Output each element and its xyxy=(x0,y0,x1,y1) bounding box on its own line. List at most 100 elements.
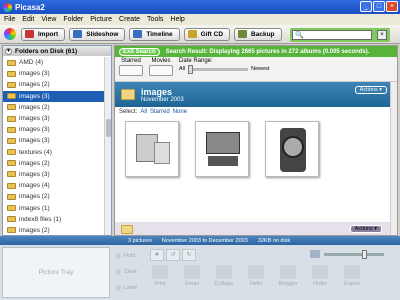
select-label: Select: xyxy=(119,109,138,115)
folder-item[interactable]: images (2) xyxy=(3,191,105,202)
blogger-label: Blogger xyxy=(278,281,298,287)
hold-button[interactable]: Hold xyxy=(112,249,140,263)
blogger-button[interactable]: Blogger xyxy=(274,265,302,287)
printer-icon xyxy=(152,265,168,279)
print-button[interactable]: Print xyxy=(146,265,174,287)
folders-header[interactable]: ▼ Folders on Disk (61) xyxy=(3,46,111,56)
star-icon[interactable] xyxy=(119,65,143,76)
email-button[interactable]: Email xyxy=(178,265,206,287)
folder-icon xyxy=(7,81,16,88)
close-button[interactable]: × xyxy=(386,1,398,12)
folder-item-selected[interactable]: images (3) xyxy=(3,90,105,102)
actions-label: Actions xyxy=(354,226,373,232)
menu-help[interactable]: Help xyxy=(170,16,184,23)
sidebar-scroll-thumb[interactable] xyxy=(106,119,111,137)
folder-item[interactable]: index8 files (1) xyxy=(3,214,105,225)
zoom-slider[interactable] xyxy=(324,249,384,259)
backup-label: Backup xyxy=(251,30,275,38)
folder-item[interactable]: images (4) xyxy=(3,180,105,191)
photo-thumbnail[interactable] xyxy=(265,121,319,177)
rotate-left-icon[interactable]: ↺ xyxy=(166,249,180,261)
folder-icon xyxy=(7,205,16,212)
select-all-link[interactable]: All xyxy=(140,109,147,115)
label-label: Label xyxy=(124,285,138,291)
date-range-slider[interactable] xyxy=(188,64,249,74)
folder-label: images (2) xyxy=(19,226,50,234)
menu-picture[interactable]: Picture xyxy=(90,16,112,23)
rotate-right-icon[interactable]: ↻ xyxy=(182,249,196,261)
folder-label: images (2) xyxy=(19,103,50,111)
print-label: Print xyxy=(154,281,166,287)
photo-thumbnail[interactable] xyxy=(125,121,179,177)
folder-icon xyxy=(7,104,16,111)
select-starred-link[interactable]: Starred xyxy=(150,109,170,115)
select-none-link[interactable]: None xyxy=(173,109,187,115)
menu-edit[interactable]: Edit xyxy=(22,16,34,23)
import-button[interactable]: Import xyxy=(21,27,66,41)
folder-sidebar: ▼ Folders on Disk (61) AMD (4) images (3… xyxy=(2,45,112,236)
clear-search-button[interactable]: × xyxy=(377,30,387,40)
menu-view[interactable]: View xyxy=(41,16,56,23)
search-result-bar: Exit Search Search Result: Displaying 26… xyxy=(115,46,397,57)
date-slider-knob[interactable] xyxy=(188,64,194,74)
slideshow-button[interactable]: Slideshow xyxy=(69,27,126,41)
next-album-header[interactable]: Actions ▾ xyxy=(115,222,392,235)
folder-item[interactable]: images (3) xyxy=(3,113,105,124)
folder-item[interactable]: images (1) xyxy=(3,202,105,213)
folder-label: images (3) xyxy=(19,92,50,100)
gift-cd-button[interactable]: Gift CD xyxy=(183,27,231,41)
folder-item[interactable]: images (3) xyxy=(3,68,105,79)
backup-button[interactable]: Backup xyxy=(234,27,282,41)
folder-item[interactable]: images (3) xyxy=(3,135,105,146)
album-actions-button[interactable]: Actions ▾ xyxy=(354,86,387,94)
folder-icon xyxy=(7,160,16,167)
picasa-logo-icon xyxy=(3,2,12,12)
folder-icon xyxy=(7,137,16,144)
menu-tools[interactable]: Tools xyxy=(147,16,163,23)
menu-file[interactable]: File xyxy=(4,16,15,23)
status-size: 32KB on disk xyxy=(257,237,291,244)
folder-item[interactable]: images (2) xyxy=(3,79,105,90)
star-icon[interactable]: ★ xyxy=(150,249,164,261)
order-button[interactable]: Order xyxy=(306,265,334,287)
menu-folder[interactable]: Folder xyxy=(63,16,83,23)
folder-item[interactable]: images (2) xyxy=(3,225,105,235)
folder-item[interactable]: images (2) xyxy=(3,102,105,113)
photo-thumbnail[interactable] xyxy=(195,121,249,177)
collage-label: Collage xyxy=(214,281,234,287)
status-bar: 3 pictures November 2003 to December 200… xyxy=(0,236,400,245)
backup-icon xyxy=(238,30,248,38)
clear-label: Clear xyxy=(124,269,138,275)
title-bar: Picasa2 _ □ × xyxy=(0,0,400,14)
timeline-button[interactable]: Timeline xyxy=(129,27,180,41)
starred-filter[interactable]: Starred xyxy=(119,57,143,76)
search-input[interactable]: 🔍 xyxy=(292,30,372,40)
folder-item[interactable]: AMD (4) xyxy=(3,57,105,68)
collapse-arrow-icon[interactable]: ▼ xyxy=(5,47,12,55)
movie-icon[interactable] xyxy=(149,65,173,76)
menu-create[interactable]: Create xyxy=(119,16,140,23)
next-album-actions-button[interactable]: Actions ▾ xyxy=(349,225,382,233)
maximize-button[interactable]: □ xyxy=(373,1,385,12)
export-button[interactable]: Export xyxy=(338,265,366,287)
collage-button[interactable]: Collage xyxy=(210,265,238,287)
movies-filter[interactable]: Movies xyxy=(149,57,173,76)
album-header[interactable]: images November 2003 Actions ▾ xyxy=(115,82,397,107)
clear-button[interactable]: Clear xyxy=(112,265,140,279)
minimize-button[interactable]: _ xyxy=(360,1,372,12)
picture-tray[interactable]: Picture Tray xyxy=(2,247,110,298)
library-scrollbar[interactable] xyxy=(390,82,397,235)
exit-search-button[interactable]: Exit Search xyxy=(119,47,160,56)
folder-item[interactable]: images (3) xyxy=(3,124,105,135)
zoom-slider-knob[interactable] xyxy=(362,249,367,259)
order-label: Order xyxy=(312,281,328,287)
folder-item[interactable]: textures (4) xyxy=(3,147,105,158)
hello-button[interactable]: Hello xyxy=(242,265,270,287)
edit-toolbar: ★ ↺ ↻ xyxy=(150,249,196,261)
window-title: Picasa2 xyxy=(15,2,45,12)
folder-item[interactable]: images (2) xyxy=(3,158,105,169)
folder-item[interactable]: images (3) xyxy=(3,169,105,180)
search-result-text: Search Result: Displaying 2665 pictures … xyxy=(165,48,370,55)
label-button[interactable]: Label xyxy=(112,281,140,295)
sidebar-scrollbar[interactable] xyxy=(104,57,111,235)
